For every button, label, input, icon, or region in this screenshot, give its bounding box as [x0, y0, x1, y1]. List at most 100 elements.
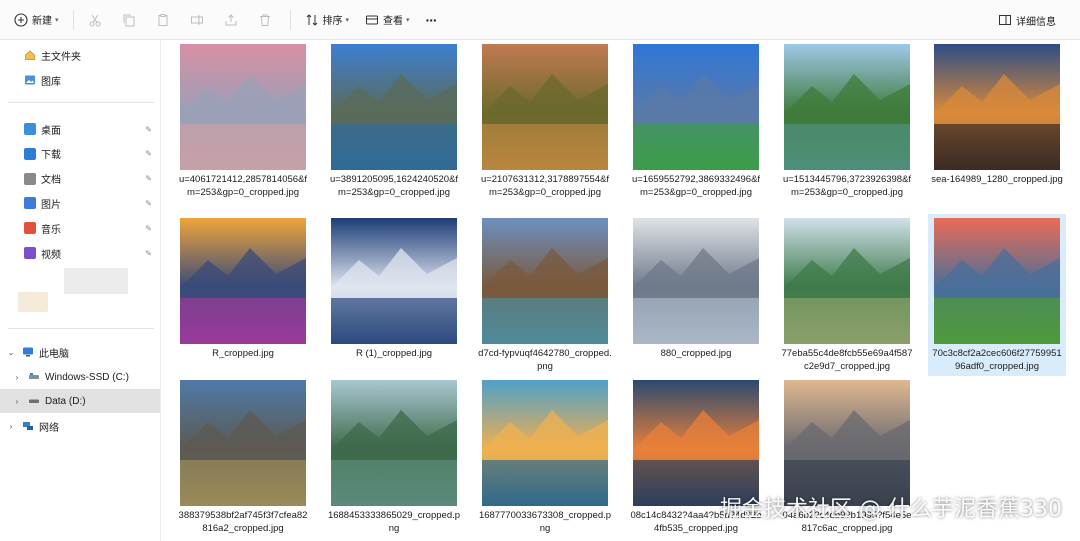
- new-button[interactable]: 新建 ▾: [6, 6, 67, 34]
- chevron-down-icon: ⌄: [7, 347, 15, 357]
- file-name: R_cropped.jpg: [212, 348, 274, 359]
- file-item[interactable]: u=1513445796,3723926398&fm=253&gp=0_crop…: [778, 44, 916, 199]
- sidebar-item-label: 视频: [41, 249, 61, 261]
- sidebar-item-quick-access[interactable]: 文档 ✎: [0, 167, 160, 191]
- file-item[interactable]: u=3891205095,1624240520&fm=253&gp=0_crop…: [325, 44, 463, 199]
- paste-button[interactable]: [148, 6, 182, 34]
- toolbar-separator: [72, 9, 74, 30]
- video-icon: [24, 247, 36, 259]
- image-thumbnail: [784, 44, 910, 170]
- computer-icon: [22, 346, 34, 358]
- file-item[interactable]: d7cd-fypvuqf4642780_cropped.png: [476, 218, 614, 373]
- sidebar-item-quick-access[interactable]: 下载 ✎: [0, 142, 160, 166]
- file-name: 77eba55c4de8fcb55e69a4f587c2e9d7_cropped…: [781, 348, 913, 372]
- details-pane-button[interactable]: 详细信息: [990, 6, 1064, 34]
- file-item[interactable]: 1688453333865029_cropped.png: [325, 380, 463, 535]
- file-item[interactable]: 880_cropped.jpg: [627, 218, 765, 361]
- image-thumbnail: [482, 44, 608, 170]
- file-item[interactable]: u=4061721412,2857814056&fm=253&gp=0_crop…: [174, 44, 312, 199]
- cut-button[interactable]: [80, 6, 114, 34]
- sidebar-item-quick-access[interactable]: 视频 ✎: [0, 241, 160, 265]
- file-name: 388379538bf2af745f3f7cfea82816a2_cropped…: [178, 510, 308, 534]
- pin-icon[interactable]: ✎: [145, 125, 152, 134]
- file-item[interactable]: sea-164989_1280_cropped.jpg: [928, 44, 1066, 187]
- file-item[interactable]: R (1)_cropped.jpg: [325, 218, 463, 361]
- chevron-right-icon: ›: [15, 396, 19, 406]
- image-thumbnail: [482, 218, 608, 344]
- share-button[interactable]: [216, 6, 250, 34]
- sidebar-item-label: Data (D:): [45, 395, 86, 407]
- sidebar-item-this-pc[interactable]: ⌄ 此电脑: [0, 340, 160, 364]
- image-thumbnail: [331, 44, 457, 170]
- image-thumbnail: [633, 380, 759, 506]
- sidebar-item-quick-access[interactable]: 音乐 ✎: [0, 216, 160, 240]
- file-item[interactable]: 70c3c8cf2a2cec606f2775995196adf0_cropped…: [928, 214, 1066, 376]
- file-item[interactable]: u=2107631312,3178897554&fm=253&gp=0_crop…: [476, 44, 614, 199]
- copy-icon: [122, 13, 136, 27]
- sidebar-divider: [8, 102, 154, 103]
- file-item[interactable]: u=1659552792,3869332496&fm=253&gp=0_crop…: [627, 44, 765, 199]
- image-thumbnail: [331, 380, 457, 506]
- file-item[interactable]: 77eba55c4de8fcb55e69a4f587c2e9d7_cropped…: [778, 218, 916, 373]
- file-name: 880_cropped.jpg: [660, 348, 732, 359]
- file-name: u=2107631312,3178897554&fm=253&gp=0_crop…: [480, 174, 610, 198]
- sidebar-item-label: 图片: [41, 199, 61, 211]
- file-name: sea-164989_1280_cropped.jpg: [931, 174, 1063, 185]
- command-bar: 新建 ▾ 排序 ▾ 查看 ▾ ··· 详细信息: [0, 0, 1080, 40]
- drive-icon: [28, 371, 40, 383]
- sort-button[interactable]: 排序 ▾: [297, 6, 358, 34]
- file-name: u=1659552792,3869332496&fm=253&gp=0_crop…: [631, 174, 761, 198]
- image-thumbnail: [180, 44, 306, 170]
- sidebar-item-label: 此电脑: [39, 348, 69, 360]
- delete-button[interactable]: [250, 6, 284, 34]
- blurred-item: [64, 268, 128, 294]
- chevron-right-icon: ›: [15, 372, 19, 382]
- pin-icon[interactable]: ✎: [145, 249, 152, 258]
- more-options-button[interactable]: ···: [418, 6, 445, 34]
- file-item[interactable]: 388379538bf2af745f3f7cfea82816a2_cropped…: [174, 380, 312, 535]
- chevron-down-icon: ▾: [55, 16, 59, 24]
- home-icon: [24, 49, 36, 61]
- pin-icon[interactable]: ✎: [145, 149, 152, 158]
- file-name: d7cd-fypvuqf4642780_cropped.png: [478, 348, 612, 372]
- drive-icon: [28, 395, 40, 407]
- image-thumbnail: [482, 380, 608, 506]
- rename-icon: [190, 13, 204, 27]
- sidebar-item-drive-d[interactable]: › Data (D:): [0, 389, 160, 413]
- copy-button[interactable]: [114, 6, 148, 34]
- gallery-icon: [24, 74, 36, 86]
- desktop-icon: [24, 123, 36, 135]
- sidebar-item-label: 图库: [41, 76, 61, 88]
- network-icon: [22, 420, 34, 432]
- sidebar-item-drive-c[interactable]: › Windows-SSD (C:): [0, 365, 160, 389]
- sidebar-item-quick-access[interactable]: 桌面 ✎: [0, 117, 160, 141]
- view-button-label: 查看: [383, 16, 404, 27]
- file-name: R (1)_cropped.jpg: [355, 348, 433, 359]
- image-thumbnail: [633, 218, 759, 344]
- sidebar-item-gallery[interactable]: 图库: [0, 68, 160, 92]
- file-name: 70c3c8cf2a2cec606f2775995196adf0_cropped…: [932, 348, 1062, 372]
- image-thumbnail: [784, 218, 910, 344]
- pin-icon[interactable]: ✎: [145, 199, 152, 208]
- chevron-down-icon: ▾: [345, 16, 350, 24]
- watermark-text: 掘金技术社区 @ 什么芋泥香蕉330: [720, 497, 1062, 522]
- sidebar-item-network[interactable]: › 网络: [0, 414, 160, 438]
- rename-button[interactable]: [182, 6, 216, 34]
- chevron-down-icon: ▾: [406, 16, 410, 24]
- file-item[interactable]: R_cropped.jpg: [174, 218, 312, 361]
- pin-icon[interactable]: ✎: [145, 174, 152, 183]
- pin-icon[interactable]: ✎: [145, 224, 152, 233]
- pictures-icon: [24, 197, 36, 210]
- more-options-label: ···: [425, 11, 438, 28]
- sidebar-item-home[interactable]: 主文件夹: [0, 43, 160, 67]
- sidebar-item-label: 主文件夹: [41, 51, 81, 63]
- sidebar-item-label: 文档: [41, 175, 61, 187]
- file-item[interactable]: 1687770033673308_cropped.png: [476, 380, 614, 535]
- view-button[interactable]: 查看 ▾: [357, 6, 418, 34]
- sidebar-item-label: 音乐: [41, 224, 61, 236]
- share-icon: [224, 13, 238, 27]
- music-icon: [24, 222, 36, 235]
- sort-button-label: 排序: [322, 16, 343, 27]
- sidebar-item-quick-access[interactable]: 图片 ✎: [0, 191, 160, 215]
- file-name: 1687770033673308_cropped.png: [478, 510, 612, 534]
